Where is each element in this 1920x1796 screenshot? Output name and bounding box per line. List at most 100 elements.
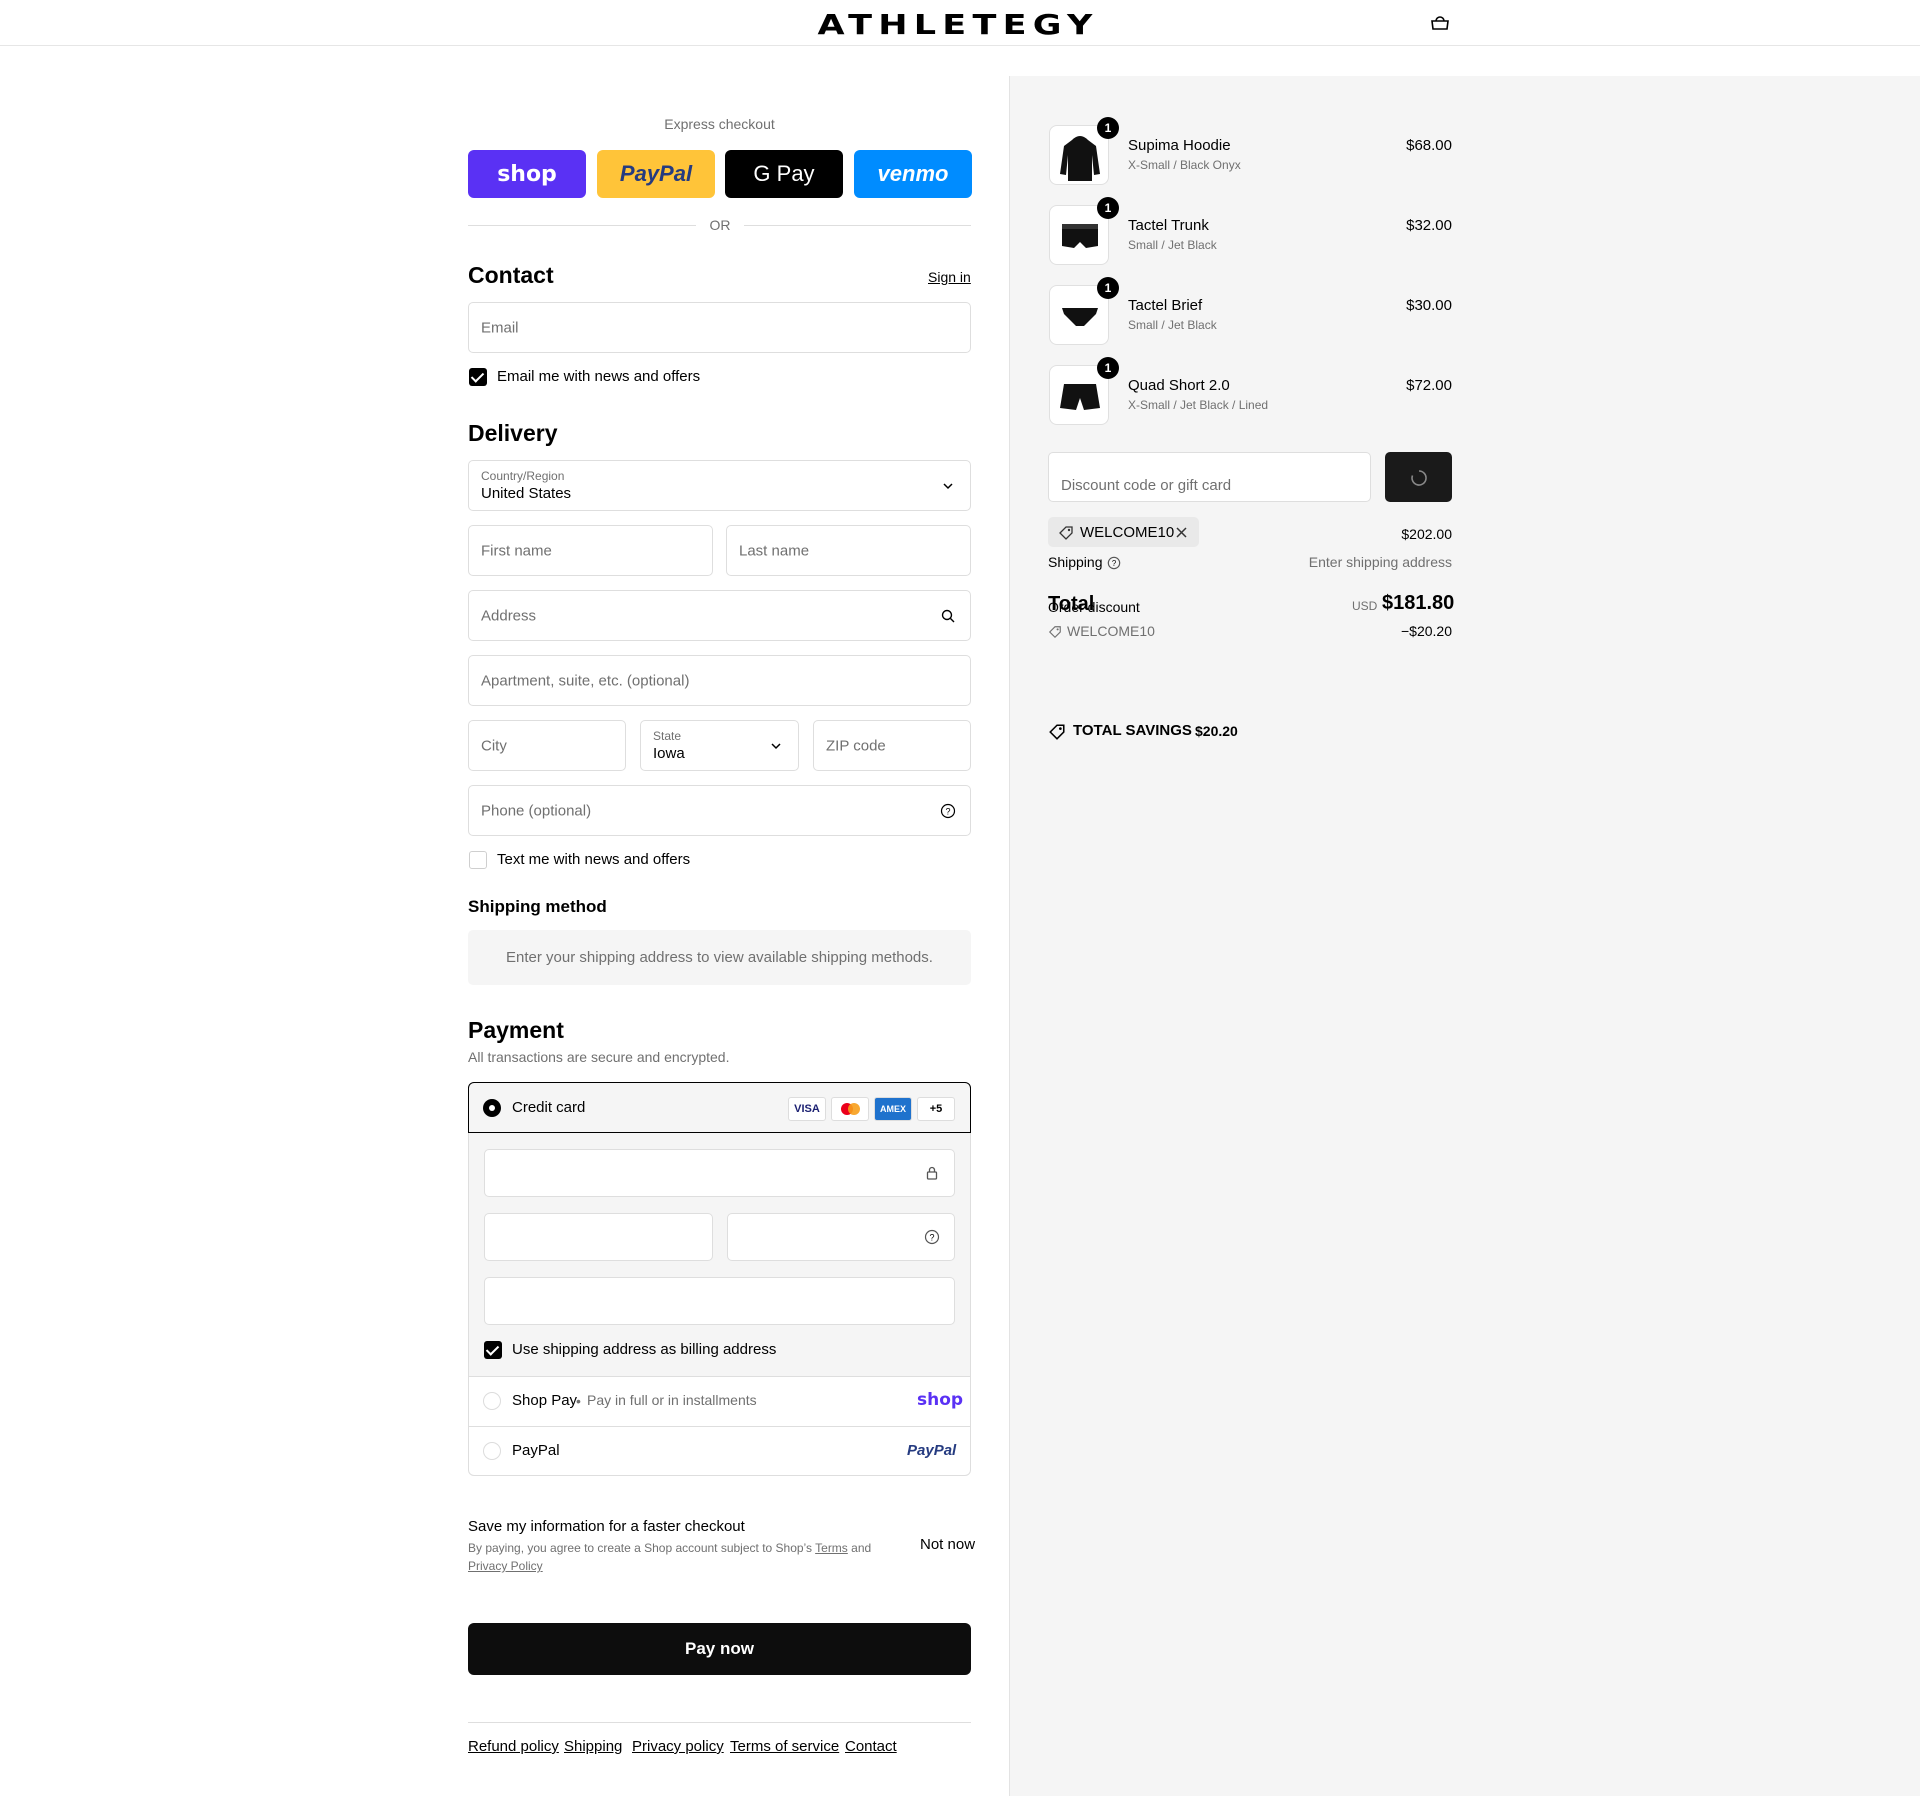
- chevron-down-icon: [943, 482, 953, 489]
- divider: [468, 1722, 971, 1723]
- item-price: $30.00: [1406, 297, 1452, 314]
- venmo-express-button[interactable]: venmo: [854, 150, 972, 198]
- close-icon[interactable]: [1175, 526, 1188, 539]
- privacy-policy-footer-link[interactable]: Privacy policy: [632, 1738, 724, 1755]
- total-savings-label: TOTAL SAVINGS: [1073, 722, 1192, 739]
- shipping-label: Shipping: [1048, 554, 1103, 570]
- shop-pay-express-button[interactable]: shop: [468, 150, 586, 198]
- help-icon[interactable]: ?: [940, 803, 956, 819]
- item-price: $32.00: [1406, 217, 1452, 234]
- qty-badge: 1: [1097, 277, 1119, 299]
- shop-pay-label: Shop Pay: [512, 1392, 578, 1409]
- text-offers-label: Text me with news and offers: [497, 851, 691, 868]
- terms-of-service-link[interactable]: Terms of service: [730, 1738, 839, 1755]
- item-variant: Small / Jet Black: [1128, 318, 1217, 332]
- pay-now-button[interactable]: Pay now: [468, 1623, 971, 1675]
- tag-icon: [1048, 626, 1061, 639]
- item-price: $68.00: [1406, 137, 1452, 154]
- svg-text:?: ?: [1112, 559, 1117, 568]
- total-value: $181.80: [1382, 592, 1455, 614]
- divider: [744, 225, 971, 226]
- item-variant: X-Small / Jet Black / Lined: [1128, 398, 1269, 412]
- city-field[interactable]: City: [468, 720, 626, 771]
- terms-link[interactable]: Terms: [815, 1541, 848, 1555]
- contact-link[interactable]: Contact: [845, 1738, 897, 1755]
- paypal-radio[interactable]: [483, 1442, 501, 1460]
- phone-field[interactable]: Phone (optional) ?: [468, 785, 971, 836]
- credit-card-radio[interactable]: [483, 1099, 501, 1117]
- item-variant: Small / Jet Black: [1128, 238, 1217, 252]
- newsletter-label: Email me with news and offers: [497, 368, 701, 385]
- save-info-title: Save my information for a faster checkou…: [468, 1518, 745, 1535]
- divider: [469, 1376, 970, 1377]
- address-field[interactable]: Address: [468, 590, 971, 641]
- help-icon[interactable]: ?: [1107, 556, 1121, 570]
- shipping-method-notice: Enter your shipping address to view avai…: [468, 930, 971, 985]
- shop-pay-radio[interactable]: [483, 1392, 501, 1410]
- site-header: ATHLETEGY: [0, 0, 1920, 46]
- visa-icon: VISA: [788, 1097, 826, 1121]
- sign-in-link[interactable]: Sign in: [928, 269, 971, 285]
- shipping-value: Enter shipping address: [1308, 554, 1452, 570]
- card-number-field[interactable]: [484, 1149, 955, 1197]
- payment-subtitle: All transactions are secure and encrypte…: [468, 1049, 730, 1065]
- expiration-field[interactable]: [484, 1213, 713, 1261]
- amex-icon: AMEX: [874, 1097, 912, 1121]
- order-summary-panel: [1009, 76, 1920, 1796]
- or-separator: OR: [709, 217, 731, 233]
- qty-badge: 1: [1097, 117, 1119, 139]
- discount-code-field[interactable]: Discount code or gift card: [1048, 452, 1371, 502]
- payment-heading: Payment: [468, 1017, 564, 1043]
- first-name-field[interactable]: First name: [468, 525, 713, 576]
- country-select[interactable]: Country/Region United States: [468, 460, 971, 511]
- bag-icon[interactable]: [1430, 13, 1450, 31]
- email-field[interactable]: Email: [468, 302, 971, 353]
- text-offers-checkbox[interactable]: [469, 851, 487, 869]
- divider: [469, 1426, 970, 1427]
- privacy-policy-link[interactable]: Privacy Policy: [468, 1559, 543, 1573]
- billing-same-checkbox[interactable]: [484, 1341, 502, 1359]
- subtotal-value: $202.00: [1401, 526, 1452, 542]
- zip-field[interactable]: ZIP code: [813, 720, 971, 771]
- svg-text:?: ?: [929, 1233, 934, 1243]
- billing-same-label: Use shipping address as billing address: [512, 1341, 777, 1358]
- discount-tag: WELCOME10: [1048, 517, 1199, 547]
- tag-icon: [1059, 526, 1073, 540]
- apartment-field[interactable]: Apartment, suite, etc. (optional): [468, 655, 971, 706]
- apply-discount-button[interactable]: [1385, 452, 1452, 502]
- google-pay-express-button[interactable]: G Pay: [725, 150, 843, 198]
- contact-heading: Contact: [468, 262, 554, 288]
- shipping-method-heading: Shipping method: [468, 897, 607, 916]
- shop-pay-subtitle: Pay in full or in installments: [587, 1392, 757, 1408]
- security-code-field[interactable]: ?: [727, 1213, 955, 1261]
- item-price: $72.00: [1406, 377, 1452, 394]
- paypal-label: PayPal: [512, 1442, 560, 1459]
- divider: [468, 225, 696, 226]
- refund-policy-link[interactable]: Refund policy: [468, 1738, 559, 1755]
- express-title: Express checkout: [664, 116, 775, 132]
- item-variant: X-Small / Black Onyx: [1128, 158, 1241, 172]
- chevron-down-icon: [771, 742, 781, 749]
- item-name: Quad Short 2.0: [1128, 377, 1230, 394]
- paypal-express-button[interactable]: PayPal: [597, 150, 715, 198]
- svg-text:?: ?: [945, 806, 950, 816]
- mastercard-icon: [831, 1097, 869, 1121]
- search-icon: [941, 609, 955, 622]
- shipping-policy-link[interactable]: Shipping: [564, 1738, 622, 1755]
- brand-logo[interactable]: ATHLETEGY: [771, 8, 1146, 41]
- spinner-icon: [1411, 470, 1427, 486]
- item-name: Tactel Brief: [1128, 297, 1203, 314]
- not-now-button[interactable]: Not now: [920, 1536, 975, 1553]
- help-icon[interactable]: ?: [924, 1229, 940, 1245]
- total-savings-value: $20.20: [1195, 723, 1238, 739]
- name-on-card-field[interactable]: [484, 1277, 955, 1325]
- credit-card-label: Credit card: [512, 1099, 586, 1116]
- save-info-terms: By paying, you agree to create a Shop ac…: [468, 1541, 872, 1573]
- last-name-field[interactable]: Last name: [726, 525, 971, 576]
- currency-label: USD: [1352, 599, 1378, 613]
- newsletter-checkbox[interactable]: [469, 368, 487, 386]
- order-discount-label: Order discount: [1048, 599, 1140, 615]
- state-select[interactable]: State Iowa: [640, 720, 799, 771]
- tag-icon: [1049, 724, 1065, 740]
- more-cards-badge: +5: [917, 1097, 955, 1121]
